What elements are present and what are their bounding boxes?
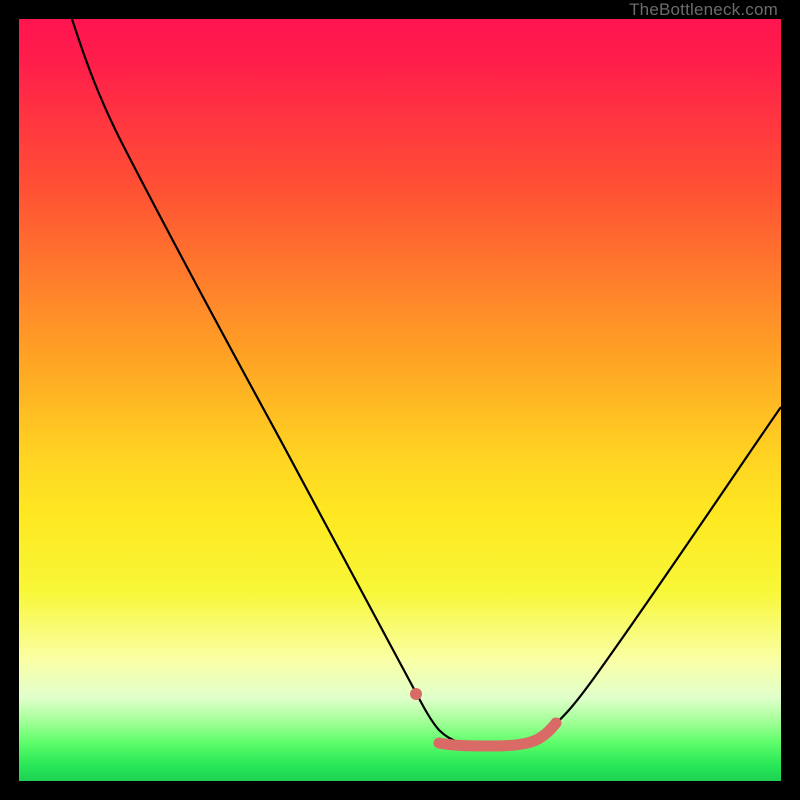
chart-frame: TheBottleneck.com xyxy=(0,0,800,800)
highlight-dot xyxy=(410,688,422,700)
bottleneck-curve xyxy=(72,19,781,745)
highlight-segment xyxy=(439,723,556,746)
plot-area xyxy=(19,19,781,781)
curve-layer xyxy=(19,19,781,781)
watermark-text: TheBottleneck.com xyxy=(629,0,778,20)
